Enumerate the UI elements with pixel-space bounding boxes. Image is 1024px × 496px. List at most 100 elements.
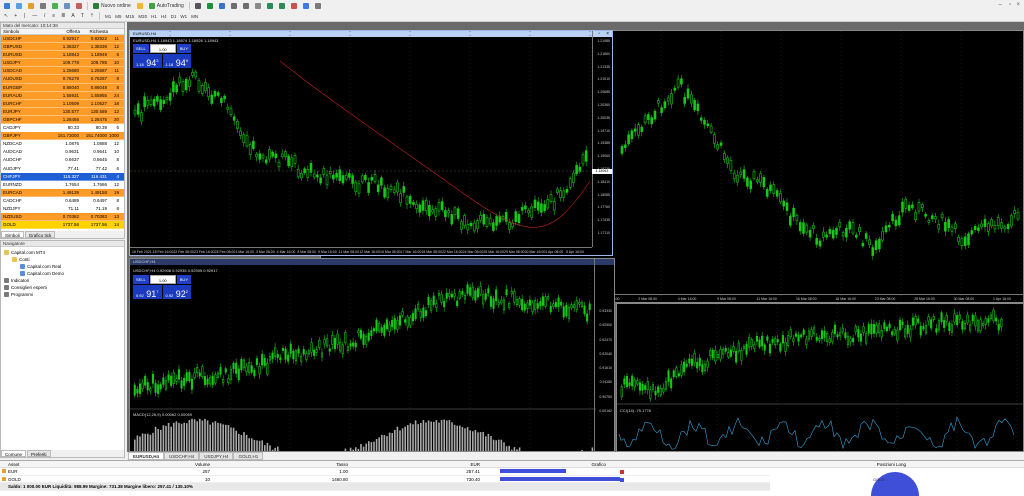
- market-watch-row[interactable]: AUDCHF 0.6637 0.6645 8: [1, 156, 124, 165]
- chart-tab[interactable]: USDJPY,H4: [199, 452, 234, 460]
- navigator-button[interactable]: [50, 2, 60, 10]
- market-watch-row[interactable]: AUDUSD 0.76279 0.76287 8: [1, 75, 124, 84]
- market-watch-row[interactable]: AUDJPY 77.41 77.42 6: [1, 164, 124, 173]
- terminal-button[interactable]: [62, 2, 72, 10]
- column-bid[interactable]: Offerta: [52, 29, 80, 34]
- autoscroll-button[interactable]: [265, 2, 275, 10]
- market-watch-row[interactable]: NZDJPY 71.11 71.19 8: [1, 204, 124, 214]
- column-ask[interactable]: Richiesta: [80, 29, 108, 34]
- timeframe-h1[interactable]: H1: [149, 14, 159, 19]
- tile-windows-button[interactable]: [253, 2, 263, 10]
- timeframe-h4[interactable]: H4: [159, 14, 169, 19]
- eurusd-buy-price[interactable]: 1.18 949: [162, 54, 191, 68]
- bar-chart-button[interactable]: [193, 2, 203, 10]
- col-volume[interactable]: Volume: [180, 461, 210, 467]
- col-chart[interactable]: Grafico: [480, 461, 606, 467]
- column-symbol[interactable]: Simbolo: [1, 29, 52, 34]
- market-watch-row[interactable]: NZDCAD 1.0876 1.0888 12: [1, 140, 124, 149]
- market-watch-row[interactable]: GBPJPY 151.73000 151.74000 1000: [1, 132, 124, 141]
- profiles-button[interactable]: [14, 2, 24, 10]
- zoom-out-button[interactable]: [241, 2, 251, 10]
- tab-favorites[interactable]: Preferiti: [27, 450, 51, 457]
- arrow-tool-button[interactable]: ⇡: [88, 12, 96, 20]
- market-watch-row[interactable]: CADCHF 0.6489 0.6497 8: [1, 196, 124, 205]
- data-window-button[interactable]: [38, 2, 48, 10]
- col-eur[interactable]: EUR: [348, 461, 480, 467]
- usdchf-buy-button[interactable]: BUY: [176, 275, 191, 284]
- candle-chart-button[interactable]: [205, 2, 215, 10]
- market-watch-row[interactable]: CADJPY 80.33 80.39 6: [1, 124, 124, 133]
- eurusd-sell-price[interactable]: 1.18 943: [133, 54, 162, 68]
- templates-button[interactable]: [313, 2, 323, 10]
- market-watch-row[interactable]: EURCHF 1.10509 1.10527 18: [1, 99, 124, 108]
- text-tool-button[interactable]: A: [69, 12, 76, 20]
- chart-window-eurusd[interactable]: EURUSD,H4 ▫ × EURUSD,H4 1.18943 1.18974 …: [129, 30, 613, 256]
- fibonacci-tool-button[interactable]: ≣: [59, 12, 67, 20]
- periods-button[interactable]: [301, 2, 311, 10]
- timeframe-d1[interactable]: D1: [169, 14, 179, 19]
- navigator-item[interactable]: Capital.com Real: [1, 263, 124, 270]
- eurusd-sell-button[interactable]: SELL: [133, 44, 149, 53]
- market-watch-row[interactable]: EURCAD 1.49139 1.49158 19: [1, 188, 124, 197]
- tab-symbols[interactable]: Simboli: [1, 231, 24, 238]
- timeframe-mn[interactable]: MN: [189, 14, 200, 19]
- market-watch-row[interactable]: EURGBP 0.86040 0.86048 8: [1, 83, 124, 92]
- crosshair-tool-button[interactable]: +: [12, 12, 19, 20]
- market-watch-row[interactable]: GBPCHF 1.28455 1.28475 20: [1, 115, 124, 125]
- market-watch-row[interactable]: USDCAD 1.25680 1.25687 11: [1, 67, 124, 76]
- vertical-line-tool-button[interactable]: |: [21, 12, 28, 20]
- market-watch-row[interactable]: EURJPY 130.577 130.589 12: [1, 107, 124, 116]
- chart-shift-button[interactable]: [277, 2, 287, 10]
- chart-window-third[interactable]: CCI(14) -79.1778 22 Mar 202123 Mar 16:00…: [616, 303, 1024, 452]
- autotrading-button[interactable]: AutoTrading: [147, 2, 186, 10]
- restore-icon[interactable]: ▫: [1009, 2, 1011, 8]
- usdchf-sell-price[interactable]: 0.92 917: [133, 285, 162, 299]
- navigator-item[interactable]: Programmi: [1, 291, 124, 298]
- market-watch-row[interactable]: EURUSD 1.18943 1.18949 6: [1, 51, 124, 60]
- market-watch-row[interactable]: GOLD 1737.56 1737.56 14: [1, 221, 124, 230]
- eurusd-buy-button[interactable]: BUY: [176, 44, 191, 53]
- usdchf-sell-button[interactable]: SELL: [133, 275, 149, 284]
- market-watch-row[interactable]: USDCHF 0.92917 0.92922 11: [1, 35, 124, 44]
- tab-common[interactable]: Comune: [1, 450, 27, 457]
- navigator-item[interactable]: Conti: [1, 256, 124, 263]
- market-watch-button[interactable]: [26, 2, 36, 10]
- market-watch-row[interactable]: CHFJPY 116.327 116.431 4: [1, 172, 124, 181]
- meta-editor-button[interactable]: [135, 2, 145, 10]
- market-watch-row[interactable]: EURAUD 1.55931 1.55955 24: [1, 91, 124, 100]
- horizontal-line-tool-button[interactable]: —: [30, 12, 39, 20]
- col-rate[interactable]: Tasso: [210, 461, 348, 467]
- chart-tab[interactable]: EURUSD,H4: [128, 452, 165, 460]
- usdchf-lot-field[interactable]: 1.00: [149, 275, 176, 284]
- close-icon[interactable]: ×: [1016, 2, 1020, 8]
- eurusd-lot-field[interactable]: 1.00: [149, 44, 176, 53]
- cursor-tool-button[interactable]: ↖: [2, 12, 10, 20]
- market-watch-row[interactable]: GBPUSD 1.38327 1.38339 12: [1, 43, 124, 52]
- chart-window-usdchf[interactable]: USDCHF,H4 USDCHF,H4 0.92908 0.92935 0.92…: [129, 258, 615, 452]
- chart-tab[interactable]: GOLD,H1: [233, 452, 264, 460]
- navigator-item[interactable]: Consiglieri esperti: [1, 284, 124, 291]
- asset-row[interactable]: EUR 257 1.00 257.41: [0, 468, 770, 476]
- zoom-in-button[interactable]: [229, 2, 239, 10]
- timeframe-m15[interactable]: M15: [124, 14, 137, 19]
- new-chart-button[interactable]: [2, 2, 12, 10]
- col-asset[interactable]: Asset: [0, 461, 180, 467]
- usdchf-buy-price[interactable]: 0.92 922: [162, 285, 191, 299]
- indicators-button[interactable]: [289, 2, 299, 10]
- line-chart-button[interactable]: [217, 2, 227, 10]
- chart-tab[interactable]: USDCHF,H4: [164, 452, 200, 460]
- new-order-button[interactable]: Nuovo ordine: [91, 2, 133, 10]
- trendline-tool-button[interactable]: /: [41, 12, 48, 20]
- timeframe-m30[interactable]: M30: [136, 14, 149, 19]
- navigator-item[interactable]: Indicatori: [1, 277, 124, 284]
- timeframe-m1[interactable]: M1: [103, 14, 113, 19]
- navigator-item[interactable]: Capital.com Demo: [1, 270, 124, 277]
- label-tool-button[interactable]: T: [79, 12, 86, 20]
- timeframe-w1[interactable]: W1: [178, 14, 189, 19]
- navigator-item[interactable]: Capital.com MT4: [1, 249, 124, 256]
- market-watch-row[interactable]: AUDCAD 0.9631 0.9641 10: [1, 148, 124, 157]
- timeframe-m5[interactable]: M5: [113, 14, 123, 19]
- tab-tick-chart[interactable]: Grafico tick: [24, 231, 56, 238]
- asset-row[interactable]: GOLD 10 1460.80 730.40: [0, 476, 770, 483]
- channel-tool-button[interactable]: ≡: [50, 12, 57, 20]
